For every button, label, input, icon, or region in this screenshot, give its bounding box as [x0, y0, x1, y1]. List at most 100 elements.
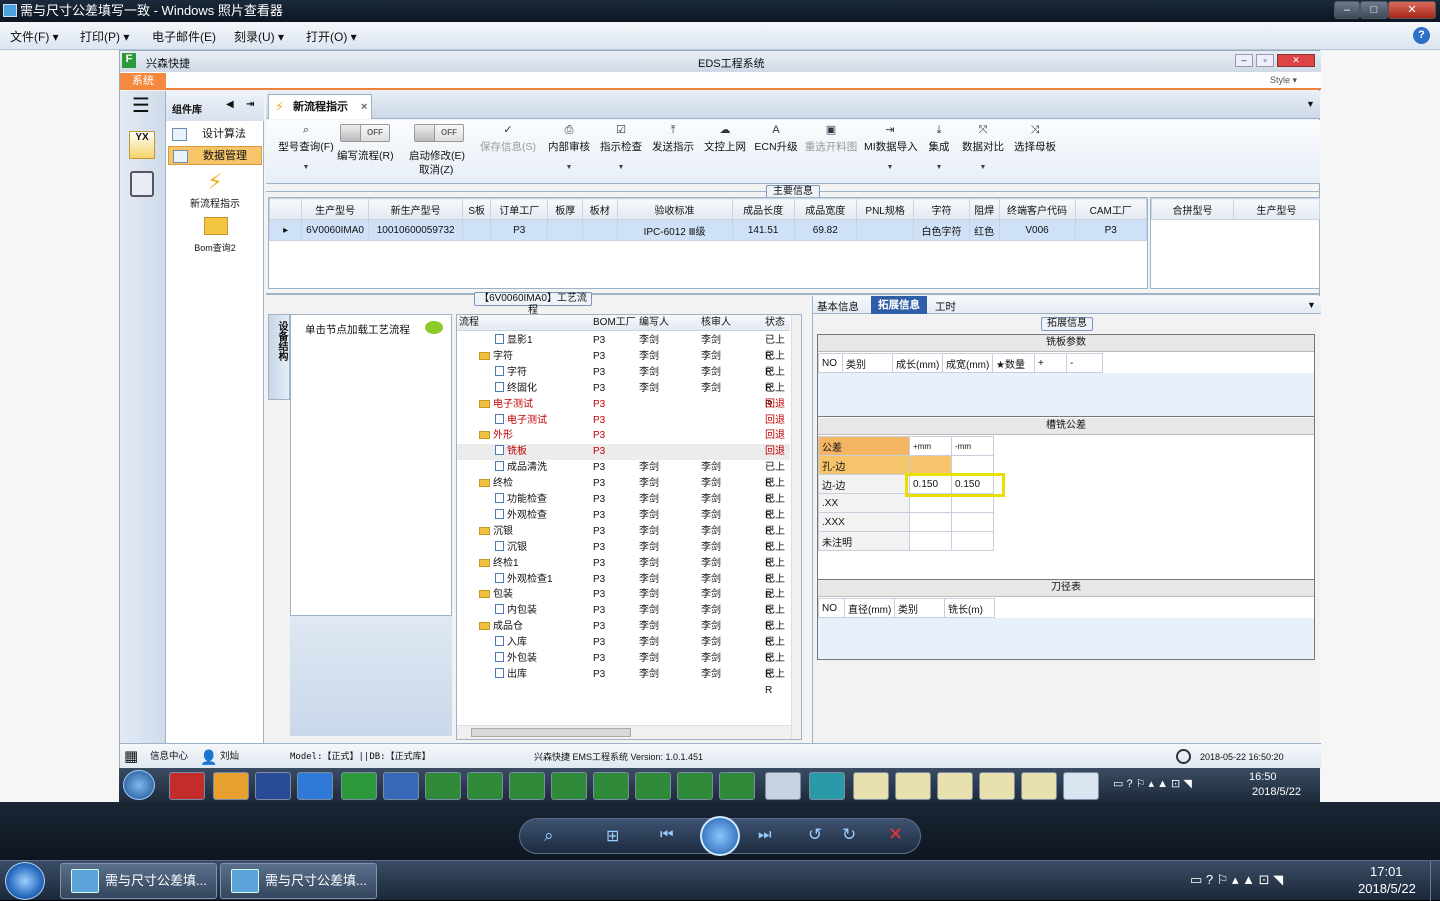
cell[interactable]: 69.82 [793, 219, 857, 241]
col-header[interactable]: PNL规格 [855, 198, 915, 220]
table-row[interactable]: ▸ 6V0060IMA0 10010600059732 P3 IPC-6012 Ⅲ级 1… [269, 219, 1147, 241]
col-header[interactable]: - [1066, 353, 1103, 373]
tree-node[interactable]: 成品清洗 P3 李剑 李剑 已上R [457, 460, 790, 489]
tree-node[interactable]: 外形 P3 回退 [457, 428, 790, 444]
excel-icon[interactable] [635, 772, 671, 800]
col-header[interactable]: 板材 [582, 198, 618, 220]
hamburger-menu-icon[interactable]: ☰ [132, 96, 150, 116]
doc-control-online-button[interactable]: ☁ 文控上网 [702, 124, 748, 154]
indicator-check-button[interactable]: ☑ 指示检查 ▼ [598, 124, 644, 171]
maximize-button[interactable]: □ [1360, 1, 1388, 19]
internal-audit-button[interactable]: ⎙ 内部审核 ▼ [546, 124, 592, 171]
slideshow-button[interactable] [700, 816, 740, 856]
tree-node[interactable]: 字符 P3 李剑 李剑 已上R [457, 349, 790, 378]
cell[interactable] [582, 219, 618, 241]
cell[interactable]: 白色字符 [913, 219, 970, 241]
actual-size-icon[interactable]: ⊞ [606, 826, 619, 846]
menu-burn[interactable]: 刻录(U) ▾ [234, 28, 284, 45]
menu-open[interactable]: 打开(O) ▾ [306, 28, 357, 45]
cell[interactable] [462, 219, 491, 241]
menu-print[interactable]: 打印(P) ▾ [80, 28, 129, 45]
yx-module-icon[interactable]: YX [129, 131, 155, 159]
tree-node[interactable]: 出库 P3 李剑 李剑 已上R [457, 667, 790, 696]
col-header[interactable]: 类别 [894, 598, 945, 618]
col-header[interactable]: 成品宽度 [793, 198, 857, 220]
excel-icon[interactable] [677, 772, 713, 800]
tree-node[interactable]: 沉银 P3 李剑 李剑 已上R [457, 540, 790, 569]
tree-node[interactable]: 功能检查 P3 李剑 李剑 已上R [457, 492, 790, 521]
col-header[interactable]: +mm [909, 436, 952, 456]
app-icon[interactable] [169, 772, 205, 800]
calculator-icon[interactable] [130, 171, 154, 197]
mi-data-import-button[interactable]: ⇥ MI数据导入 ▼ [864, 124, 918, 171]
tree-node[interactable]: 铣板 P3 回退 [457, 444, 790, 461]
col-header[interactable]: 成宽(mm) [942, 353, 993, 373]
splitter[interactable] [266, 293, 1320, 295]
col-header[interactable]: 终端客户代码 [998, 198, 1076, 220]
menu-email[interactable]: 电子邮件(E) [152, 28, 216, 45]
cell[interactable]: 141.51 [731, 219, 795, 241]
tree-node[interactable]: 终检1 P3 李剑 李剑 已上R [457, 556, 790, 585]
col-header[interactable]: 生产型号 [1233, 198, 1320, 220]
taskbar-item-photo-viewer[interactable]: 需与尺寸公差填... [60, 863, 217, 899]
chevron-down-icon[interactable]: ▼ [1307, 300, 1316, 310]
col-header[interactable]: BOM工厂 [593, 315, 636, 330]
col-header[interactable]: ★数量 [992, 353, 1035, 373]
tab-equipment-structure[interactable]: 设备结构 [268, 314, 290, 400]
cell[interactable]: 10010600059732 [367, 219, 464, 241]
excel-file-icon[interactable] [1021, 772, 1057, 800]
col-header[interactable]: 状态 [765, 315, 785, 330]
cell[interactable] [951, 455, 994, 475]
complib-item-design-algorithm[interactable]: 设计算法 [168, 125, 262, 144]
excel-file-icon[interactable] [979, 772, 1015, 800]
col-header[interactable]: 订单工厂 [489, 198, 549, 220]
tab-extended-info[interactable]: 拓展信息 [871, 296, 927, 314]
minimize-button[interactable]: – [1334, 1, 1360, 19]
excel-icon[interactable] [593, 772, 629, 800]
tree-node[interactable]: 外观检查1 P3 李剑 李剑 已上R [457, 572, 790, 601]
start-orb-icon[interactable] [123, 770, 155, 800]
cell[interactable]: 0.150 [909, 474, 952, 494]
tab-work-hours[interactable]: 工时 [935, 299, 956, 314]
ecn-upgrade-button[interactable]: A ECN升级 [754, 124, 798, 154]
tree-node[interactable]: 外观检查 P3 李剑 李剑 已上R [457, 508, 790, 537]
tree-node[interactable]: 外包装 P3 李剑 李剑 已上R [457, 651, 790, 680]
col-header[interactable]: 铣长(m) [944, 598, 995, 618]
tree-node[interactable]: 电子测试 P3 回退 [457, 397, 790, 413]
tree-node[interactable]: 终检 P3 李剑 李剑 已上R [457, 476, 790, 505]
tab-close-icon[interactable]: × [361, 95, 367, 119]
start-button[interactable] [5, 862, 45, 900]
tab-basic-info[interactable]: 基本信息 [817, 299, 859, 314]
info-center-link[interactable]: 信息中心 [150, 744, 188, 770]
col-header[interactable]: 成长(mm) [892, 353, 943, 373]
col-header[interactable]: 流程 [459, 315, 479, 330]
tree-node[interactable]: 终固化 P3 李剑 李剑 已上R [457, 381, 790, 410]
eds-minimize-button[interactable]: – [1235, 54, 1253, 67]
edit-flow-toggle[interactable]: OFF [340, 124, 390, 142]
cell[interactable] [951, 531, 994, 551]
save-disk-icon[interactable] [255, 772, 291, 800]
cell[interactable] [909, 512, 952, 532]
col-header[interactable]: 直径(mm) [844, 598, 895, 618]
excel-icon[interactable] [509, 772, 545, 800]
tree-node[interactable]: 字符 P3 李剑 李剑 已上R [457, 365, 790, 394]
excel-icon[interactable] [425, 772, 461, 800]
cell[interactable]: P3 [489, 219, 549, 241]
menu-file[interactable]: 文件(F) ▾ [10, 28, 59, 45]
cell[interactable]: 红色 [968, 219, 1000, 241]
cell[interactable]: 0.150 [951, 474, 994, 494]
excel-icon[interactable] [467, 772, 503, 800]
scrollbar-thumb[interactable] [471, 728, 631, 737]
show-desktop-button[interactable] [1430, 861, 1440, 901]
vertical-scrollbar[interactable] [791, 315, 801, 739]
new-flow-indicator-button[interactable]: ⚡ 新流程指示 [166, 169, 264, 213]
excel-file-icon[interactable] [895, 772, 931, 800]
help-icon[interactable]: ? [1413, 27, 1430, 44]
col-header[interactable]: 成品长度 [731, 198, 795, 220]
tray-icons[interactable]: ▭ ? ⚐ ▴ ▲ ⊡ ◥ [1113, 777, 1192, 790]
tree-node[interactable]: 显影1 P3 李剑 李剑 已上R [457, 333, 790, 362]
zoom-icon[interactable]: ⌕ [544, 826, 554, 846]
reselect-cutting-button[interactable]: ▣ 重选开料图 [804, 124, 858, 154]
col-header[interactable]: 阻焊 [968, 198, 1000, 220]
col-header[interactable]: 类别 [842, 353, 893, 373]
